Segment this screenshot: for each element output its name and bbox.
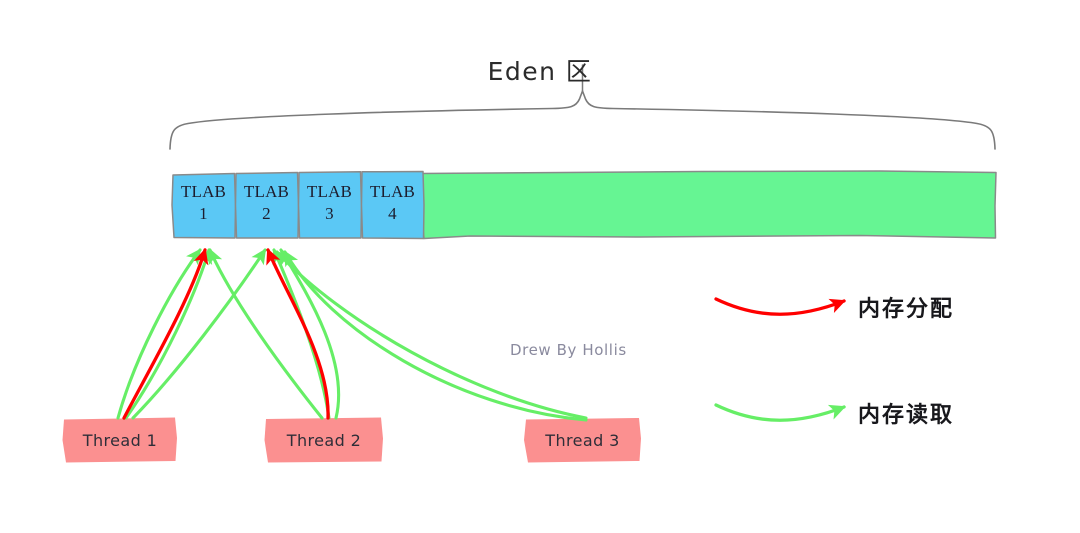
eden-brace	[169, 64, 996, 150]
allocation-arrow-t1-tlab1	[122, 248, 209, 420]
eden-free-region	[418, 170, 997, 240]
tlab-blocks	[171, 170, 425, 240]
tlab-block-3	[297, 171, 363, 239]
allocation-arrow-t2-tlab2	[266, 248, 330, 420]
tlab-block-2	[234, 171, 300, 239]
tlab-block-4	[360, 170, 425, 240]
read-arrow-t3-tlab2-b	[283, 250, 588, 422]
read-arrow-t2-tlab1	[208, 248, 324, 420]
diagram-canvas: Eden 区 TLAB 1 TLAB 2 TLAB 3 TLAB 4 Threa…	[0, 0, 1080, 533]
thread-boxes	[62, 417, 641, 463]
read-arrow-t2-tlab2-b	[279, 248, 341, 420]
legend-read-arrow	[714, 403, 846, 422]
tlab-block-1	[171, 172, 237, 239]
thread-box-3	[524, 418, 641, 463]
read-arrow-t1-tlab1	[116, 248, 202, 420]
legend-allocation-arrow	[714, 297, 846, 316]
diagram-vector-layer	[62, 64, 997, 463]
legend-arrows	[714, 297, 846, 422]
thread-box-1	[62, 417, 177, 463]
read-arrows	[116, 248, 588, 422]
thread-box-2	[264, 417, 383, 463]
